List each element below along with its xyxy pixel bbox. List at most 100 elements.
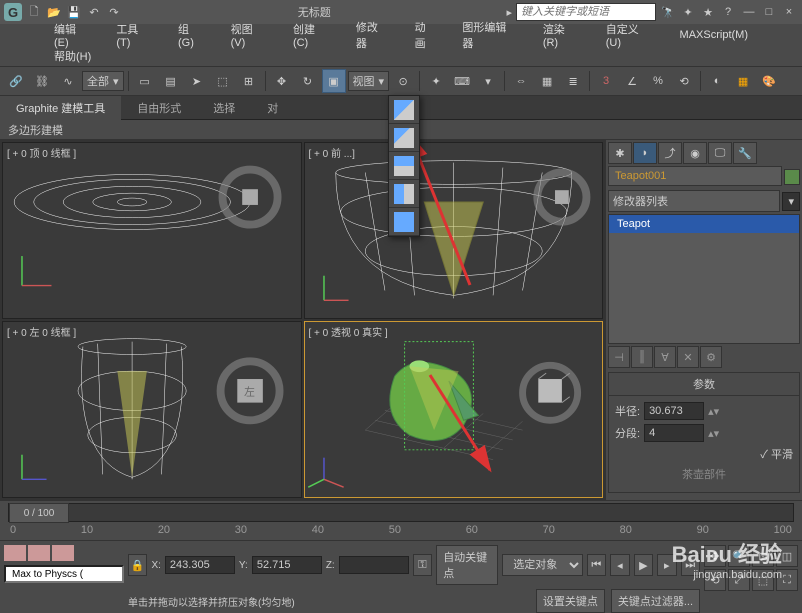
menu-modifiers[interactable]: 修改器 (352, 17, 393, 53)
nonuniform-scale-option[interactable] (389, 124, 419, 152)
unique-icon[interactable]: ∀ (654, 346, 676, 368)
x-coord-input[interactable] (165, 556, 235, 574)
snap-toggle-icon[interactable]: 3 (594, 69, 618, 93)
scale-option-5[interactable] (389, 208, 419, 236)
maximize-button[interactable]: □ (760, 5, 778, 19)
open-icon[interactable]: 📂 (46, 4, 62, 20)
angle-snap-icon[interactable]: ∠ (620, 69, 644, 93)
menu-graph[interactable]: 图形编辑器 (458, 17, 520, 53)
mirror-icon[interactable]: ⇔ (509, 69, 533, 93)
pin-stack-icon[interactable]: ⊣ (608, 346, 630, 368)
tab-freeform[interactable]: 自由形式 (121, 96, 197, 120)
select-icon[interactable]: ▭ (133, 69, 157, 93)
close-button[interactable]: × (780, 5, 798, 19)
keyboard-icon[interactable]: ⌨ (450, 69, 474, 93)
menu-create[interactable]: 创建(C) (289, 19, 334, 51)
y-coord-input[interactable] (252, 556, 322, 574)
unlink-icon[interactable]: ⛓ (30, 69, 54, 93)
star-icon[interactable]: ★ (700, 4, 716, 20)
maxscript-listener[interactable] (4, 565, 124, 583)
utilities-tab-icon[interactable]: 🔧 (733, 142, 757, 164)
menu-group[interactable]: 组(G) (174, 19, 209, 51)
named-sel-icon[interactable]: ▾ (476, 69, 500, 93)
select-name-icon[interactable]: ▤ (159, 69, 183, 93)
status-box-3[interactable] (52, 545, 74, 561)
render-icon[interactable]: 🎨 (757, 69, 781, 93)
segments-input[interactable] (644, 424, 704, 442)
autokey-button[interactable]: 自动关键点 (436, 545, 498, 585)
key-icon[interactable]: ⚿ (413, 554, 432, 576)
new-icon[interactable]: 🗋 (26, 4, 42, 20)
tab-selection[interactable]: 选择 (197, 96, 251, 120)
status-box-1[interactable] (4, 545, 26, 561)
modifier-list-dropdown[interactable]: 修改器列表 (608, 190, 780, 212)
viewport-top[interactable]: [ + 0 顶 0 线框 ] (2, 142, 302, 319)
show-end-icon[interactable]: ║ (631, 346, 653, 368)
ref-coord-dropdown[interactable]: 视图▾ (348, 71, 390, 91)
motion-tab-icon[interactable]: ◉ (683, 142, 707, 164)
bind-icon[interactable]: ∿ (56, 69, 80, 93)
status-box-2[interactable] (28, 545, 50, 561)
rotate-icon[interactable]: ↻ (296, 69, 320, 93)
manipulate-icon[interactable]: ✦ (424, 69, 448, 93)
link-icon[interactable]: 🔗 (4, 69, 28, 93)
modifier-stack[interactable]: Teapot (608, 214, 800, 344)
menu-animation[interactable]: 动画 (411, 17, 441, 53)
z-coord-input[interactable] (339, 556, 409, 574)
radius-input[interactable] (644, 402, 704, 420)
uniform-scale-option[interactable] (389, 96, 419, 124)
radius-spinner-icon[interactable]: ▴▾ (708, 405, 719, 418)
window-crossing-icon[interactable]: ⊞ (237, 69, 261, 93)
menu-maxscript[interactable]: MAXScript(M) (676, 27, 752, 43)
menu-render[interactable]: 渲染(R) (539, 19, 584, 51)
keymode-dropdown[interactable]: 选定对象 (502, 554, 582, 576)
spinner-snap-icon[interactable]: ⟲ (672, 69, 696, 93)
scale-icon[interactable]: ▣ (322, 69, 346, 93)
material-editor-icon[interactable]: ◐ (705, 69, 729, 93)
save-icon[interactable]: 💾 (66, 4, 82, 20)
render-setup-icon[interactable]: ▦ (731, 69, 755, 93)
align-icon[interactable]: ▦ (535, 69, 559, 93)
help-icon[interactable]: ? (720, 4, 736, 20)
dropdown-arrow-icon[interactable]: ▾ (782, 192, 800, 211)
object-name-field[interactable]: Teapot001 (608, 166, 782, 186)
wand-icon[interactable]: ✦ (680, 4, 696, 20)
smooth-checkbox[interactable]: ✓ 平滑 (760, 446, 793, 462)
redo-icon[interactable]: ↷ (106, 4, 122, 20)
stack-item-teapot[interactable]: Teapot (609, 215, 799, 233)
keyfilter-button[interactable]: 关键点过滤器... (611, 589, 700, 613)
object-color-swatch[interactable] (784, 169, 800, 185)
percent-snap-icon[interactable]: % (646, 69, 670, 93)
play-icon[interactable]: ▶ (634, 554, 653, 576)
undo-icon[interactable]: ↶ (86, 4, 102, 20)
hierarchy-tab-icon[interactable]: ⤴ (658, 142, 682, 164)
viewport-left[interactable]: [ + 0 左 0 线框 ] 左 (2, 321, 302, 498)
setkey-button[interactable]: 设置关键点 (536, 589, 605, 613)
segments-spinner-icon[interactable]: ▴▾ (708, 427, 719, 440)
menu-help[interactable]: 帮助(H) (50, 46, 95, 66)
minimize-button[interactable]: — (740, 5, 758, 19)
viewport-front[interactable]: [ + 0 前 ...] (304, 142, 604, 319)
binoculars-icon[interactable]: 🔭 (660, 4, 676, 20)
params-rollout-header[interactable]: 参数 (609, 373, 799, 396)
selection-filter-dropdown[interactable]: 全部▾ (82, 71, 124, 91)
remove-mod-icon[interactable]: ✕ (677, 346, 699, 368)
tab-object[interactable]: 对 (251, 96, 294, 120)
time-slider-track[interactable]: 0 / 100 (8, 503, 794, 522)
viewport-perspective[interactable]: [ + 0 透视 0 真实 ] (304, 321, 604, 498)
display-tab-icon[interactable]: 🖵 (708, 142, 732, 164)
menu-customize[interactable]: 自定义(U) (602, 19, 658, 51)
create-tab-icon[interactable]: ✱ (608, 142, 632, 164)
tab-graphite[interactable]: Graphite 建模工具 (0, 96, 121, 120)
scale-option-4[interactable] (389, 180, 419, 208)
cursor-icon[interactable]: ➤ (185, 69, 209, 93)
select-region-icon[interactable]: ⬚ (211, 69, 235, 93)
modify-tab-icon[interactable]: ◗ (633, 142, 657, 164)
move-icon[interactable]: ✥ (270, 69, 294, 93)
lock-selection-icon[interactable]: 🔒 (128, 554, 147, 576)
goto-start-icon[interactable]: ⏮ (587, 554, 606, 576)
time-slider[interactable]: 0 / 100 (9, 503, 69, 523)
prev-frame-icon[interactable]: ◂ (610, 554, 629, 576)
layers-icon[interactable]: ≣ (561, 69, 585, 93)
menu-views[interactable]: 视图(V) (227, 19, 271, 51)
